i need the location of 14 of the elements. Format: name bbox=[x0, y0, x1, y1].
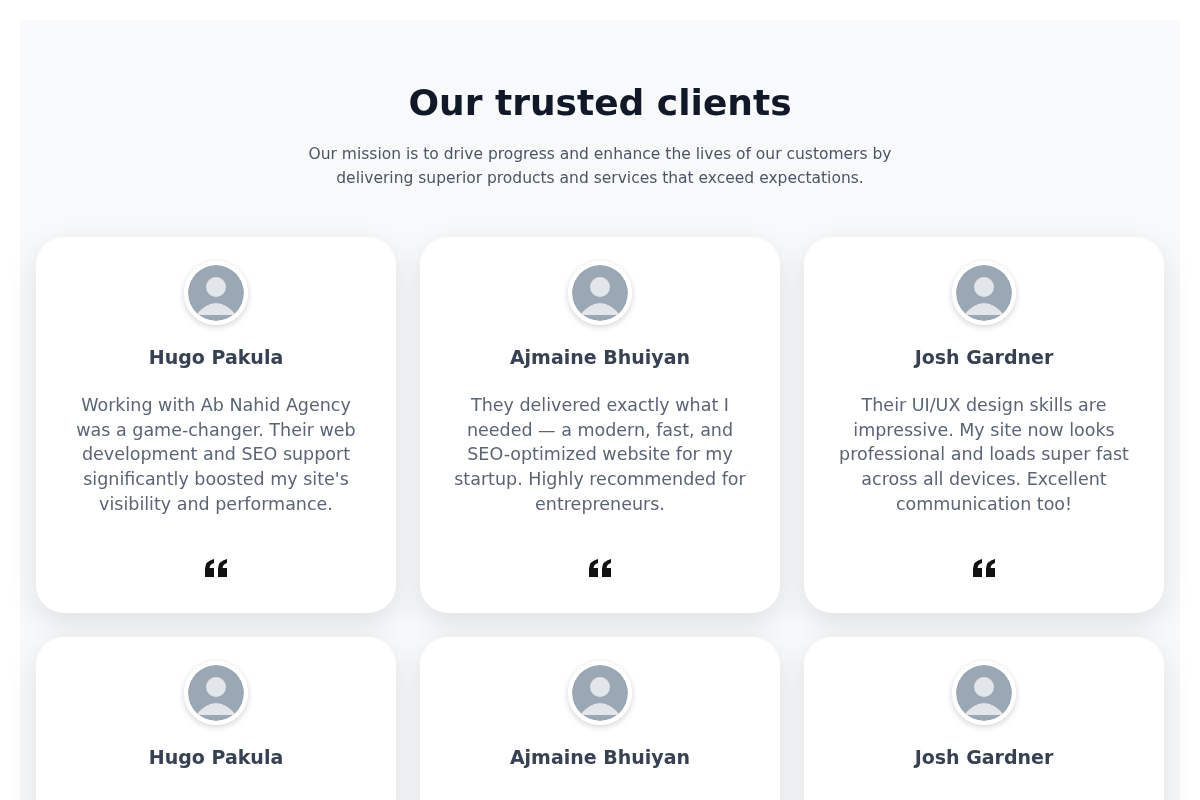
quote-icon bbox=[589, 559, 611, 577]
section-title: Our trusted clients bbox=[407, 81, 793, 125]
testimonial-text: Working with Ab Nahid Agency was a game-changer. Their web development and SEO support significantly boosted my site's visibility and performance. bbox=[75, 394, 357, 516]
client-name: Josh Gardner bbox=[914, 745, 1054, 769]
client-name: Hugo Pakula bbox=[148, 745, 284, 769]
quote-icon bbox=[973, 559, 995, 577]
client-name: Ajmaine Bhuiyan bbox=[509, 345, 691, 369]
client-name: Hugo Pakula bbox=[148, 345, 284, 369]
testimonial-text: They delivered exactly what I needed — a modern, fast, and SEO-optimized website for my startup. Highly recommended for entrepreneurs. bbox=[454, 394, 746, 516]
client-name: Ajmaine Bhuiyan bbox=[509, 745, 691, 769]
section-subtitle: Our mission is to drive progress and enhance the lives of our customers by delivering superior products and services that exceed expectations. bbox=[307, 144, 893, 189]
testimonial-text: Their UI/UX design skills are impressive. My site now looks professional and loads super fast across all devices. Excellent communication too! bbox=[838, 394, 1130, 516]
quote-icon bbox=[205, 559, 227, 577]
client-name: Josh Gardner bbox=[914, 345, 1054, 369]
